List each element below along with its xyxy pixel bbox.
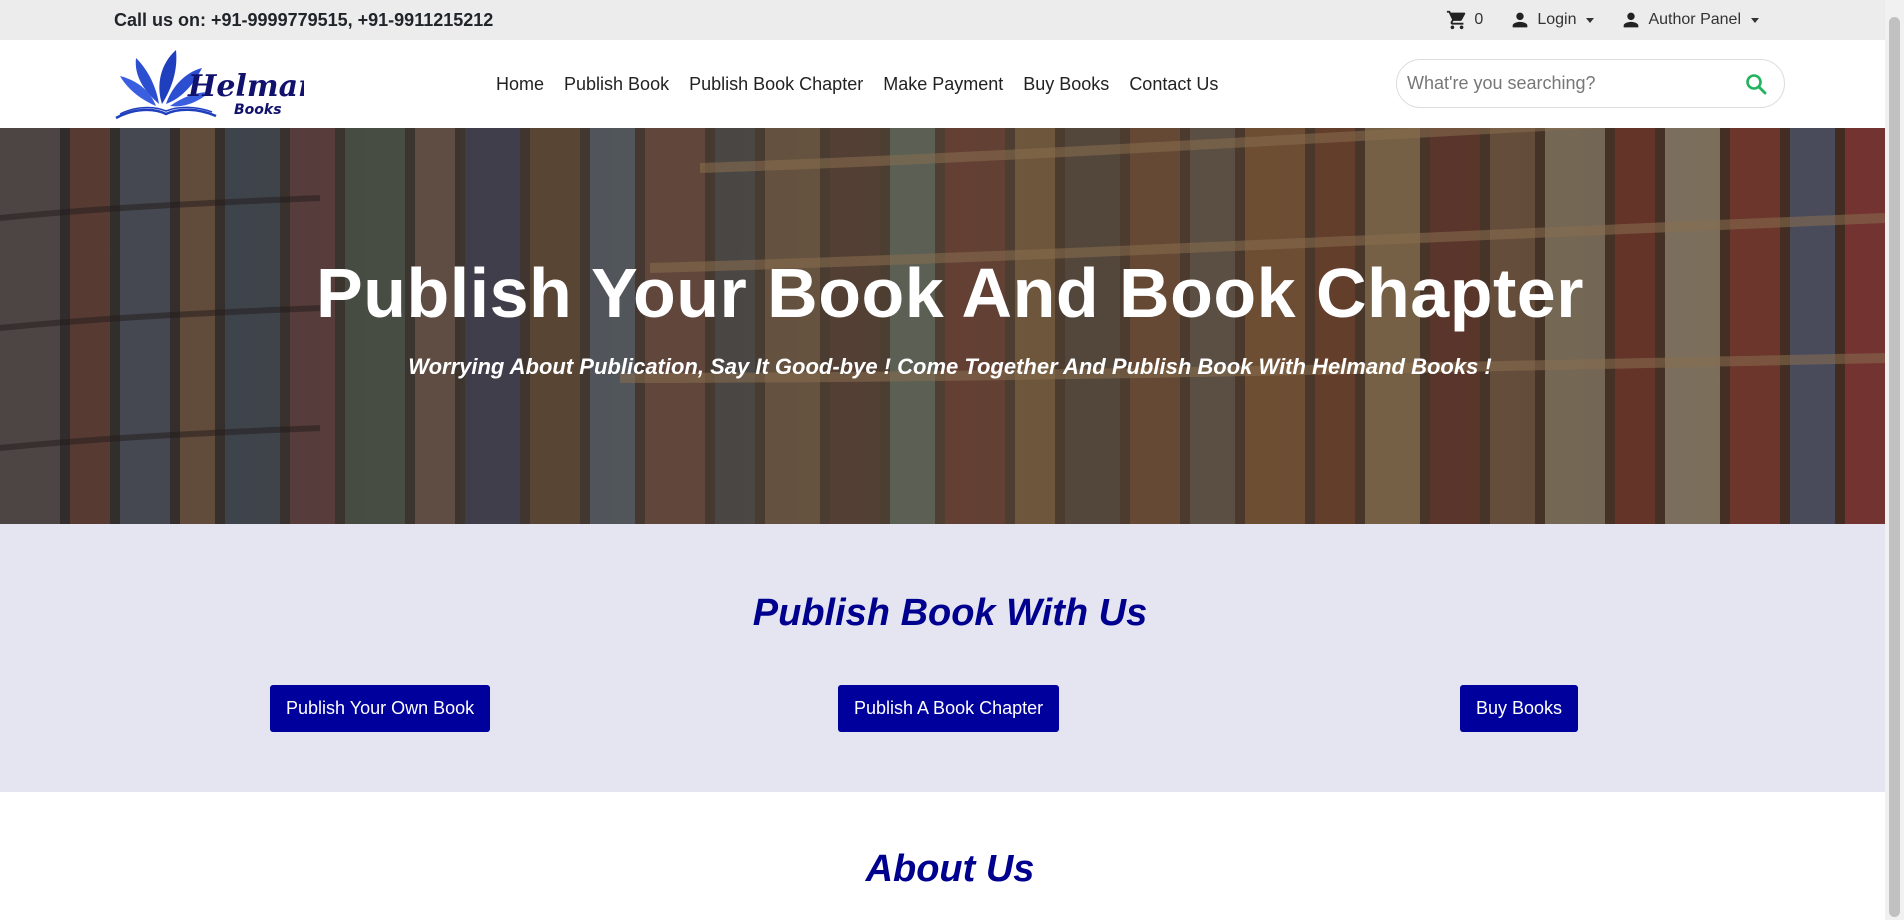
publish-section: Publish Book With Us Publish Your Own Bo… <box>0 524 1885 792</box>
about-heading: About Us <box>865 848 1035 890</box>
main-navbar: Helmand Books Home Publish Book Publish … <box>0 40 1885 128</box>
svg-text:Helmand: Helmand <box>187 69 304 104</box>
login-label: Login <box>1537 11 1577 28</box>
page: Call us on: +91-9999779515, +91-99112152… <box>0 0 1885 920</box>
user-icon <box>1512 12 1528 28</box>
nav-make-payment[interactable]: Make Payment <box>883 74 1003 95</box>
login-dropdown[interactable]: Login <box>1509 9 1595 31</box>
hero-subtitle: Worrying About Publication, Say It Good-… <box>408 354 1492 379</box>
user-icon <box>1624 12 1639 28</box>
cart-button[interactable]: 0 <box>1446 9 1483 31</box>
cart-count: 0 <box>1474 11 1484 28</box>
publish-book-chapter-button[interactable]: Publish A Book Chapter <box>838 685 1060 732</box>
nav-links: Home Publish Book Publish Book Chapter M… <box>496 74 1218 95</box>
nav-home[interactable]: Home <box>496 74 544 95</box>
cart-icon <box>1447 10 1466 30</box>
scrollbar-thumb[interactable] <box>1889 17 1900 917</box>
nav-publish-book-chapter[interactable]: Publish Book Chapter <box>689 74 863 95</box>
nav-buy-books[interactable]: Buy Books <box>1023 74 1109 95</box>
chevron-down-icon <box>1586 17 1595 23</box>
svg-text:Books: Books <box>234 102 282 118</box>
call-us-text: Call us on: +91-9999779515, +91-99112152… <box>114 9 494 30</box>
search-input[interactable] <box>1407 73 1737 94</box>
author-panel-dropdown[interactable]: Author Panel <box>1620 9 1759 31</box>
publish-own-book-button[interactable]: Publish Your Own Book <box>270 685 491 732</box>
author-panel-label: Author Panel <box>1648 11 1741 28</box>
logo[interactable]: Helmand Books <box>114 46 304 122</box>
search-box <box>1396 59 1785 108</box>
nav-publish-book[interactable]: Publish Book <box>564 74 669 95</box>
hero-title: Publish Your Book And Book Chapter <box>316 254 1584 332</box>
top-bar-actions: 0 Login Author Panel <box>1446 9 1759 31</box>
search-icon[interactable] <box>1744 72 1768 96</box>
nav-contact-us[interactable]: Contact Us <box>1129 74 1218 95</box>
chevron-down-icon <box>1751 17 1759 23</box>
buy-books-button[interactable]: Buy Books <box>1460 685 1579 732</box>
top-bar: Call us on: +91-9999779515, +91-99112152… <box>0 0 1885 40</box>
publish-heading: Publish Book With Us <box>752 592 1148 634</box>
hero-banner: Publish Your Book And Book Chapter Worry… <box>0 128 1885 524</box>
scrollbar[interactable] <box>1885 0 1904 920</box>
